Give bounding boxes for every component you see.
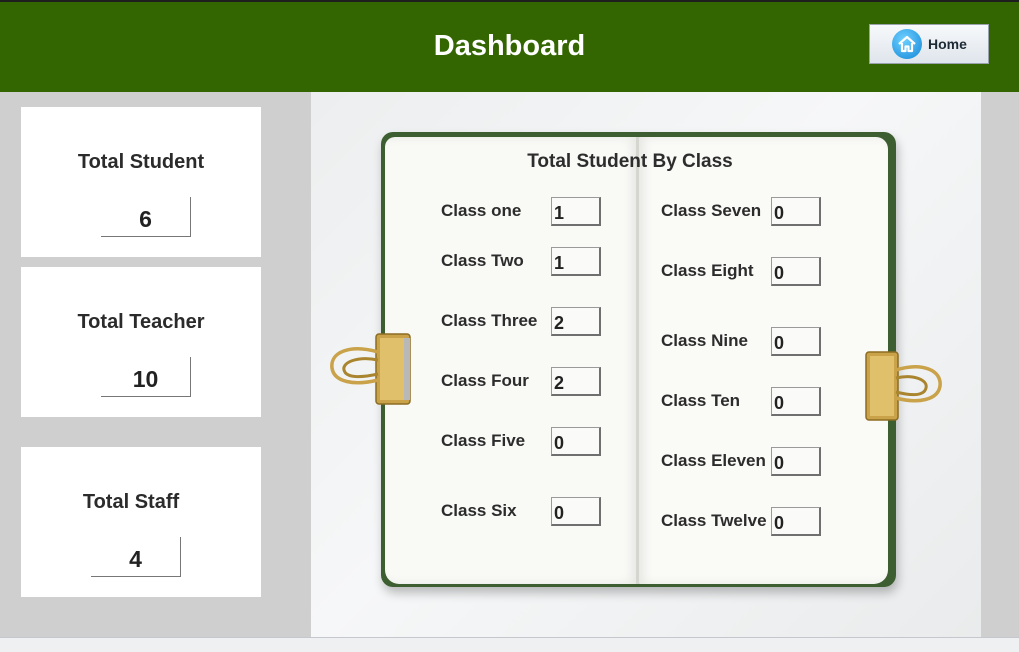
binder-clip-left-icon: [330, 333, 411, 405]
class-eight-label: Class Eight: [661, 261, 754, 280]
total-teacher-label: Total Teacher: [77, 311, 205, 333]
page-title: Dashboard: [433, 30, 586, 62]
total-student-card: Total Student 6: [21, 107, 261, 257]
class-six-label: Class Six: [441, 501, 517, 520]
notebook-spine: [636, 137, 639, 584]
stats-panel: Total Student 6 Total Teacher 10 Total S…: [0, 92, 311, 637]
class-ten-label: Class Ten: [661, 391, 741, 410]
class-eleven-value: 0: [771, 447, 821, 476]
total-staff-value: 4: [91, 537, 181, 577]
home-icon: [892, 29, 922, 59]
header-bar: Dashboard Home: [0, 0, 1019, 92]
class-four-label: Class Four: [441, 371, 529, 390]
class-nine-value: 0: [771, 327, 821, 356]
total-student-value: 6: [101, 197, 191, 237]
class-three-label: Class Three: [441, 311, 538, 330]
class-one-value: 1: [551, 197, 601, 226]
class-twelve-value: 0: [771, 507, 821, 536]
class-two-value: 1: [551, 247, 601, 276]
total-student-label: Total Student: [77, 151, 205, 173]
class-eleven-label: Class Eleven: [661, 451, 766, 470]
class-ten-value: 0: [771, 387, 821, 416]
class-seven-value: 0: [771, 197, 821, 226]
total-staff-card: Total Staff 4: [21, 447, 261, 597]
class-six-value: 0: [551, 497, 601, 526]
bottom-bar: [0, 637, 1019, 652]
binder-clip-right-icon: [865, 351, 942, 421]
total-teacher-value: 10: [101, 357, 191, 397]
class-twelve-label: Class Twelve: [661, 511, 767, 530]
class-nine-label: Class Nine: [661, 331, 748, 350]
class-two-label: Class Two: [441, 251, 524, 270]
class-five-value: 0: [551, 427, 601, 456]
class-three-value: 2: [551, 307, 601, 336]
class-seven-label: Class Seven: [661, 201, 762, 220]
right-margin: [981, 92, 1019, 637]
total-staff-label: Total Staff: [82, 491, 180, 513]
home-button[interactable]: Home: [869, 24, 989, 64]
by-class-title: Total Student By Class: [527, 151, 733, 172]
class-one-label: Class one: [441, 201, 522, 220]
total-teacher-card: Total Teacher 10: [21, 267, 261, 417]
class-eight-value: 0: [771, 257, 821, 286]
class-four-value: 2: [551, 367, 601, 396]
home-button-label: Home: [928, 36, 967, 52]
class-five-label: Class Five: [441, 431, 526, 450]
